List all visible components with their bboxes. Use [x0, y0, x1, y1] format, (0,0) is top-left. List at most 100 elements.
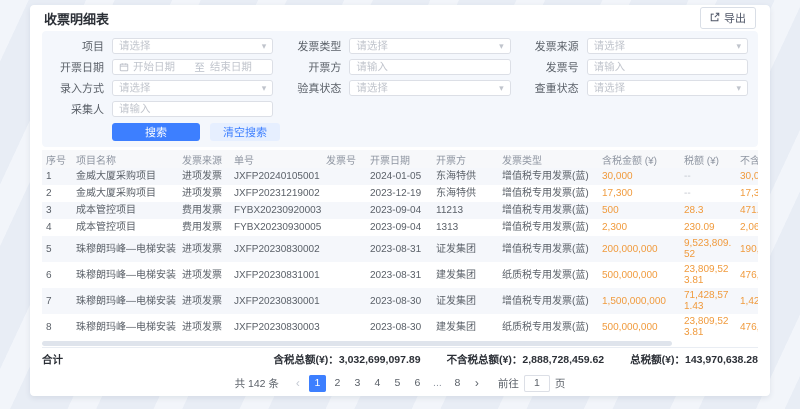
scrollbar-thumb[interactable]: [42, 341, 672, 346]
pager-page-button[interactable]: 4: [369, 375, 386, 392]
filter-panel: 项目 ▾ 发票类型 ▾ 发票来源 ▾: [42, 31, 758, 147]
issuer-input[interactable]: [356, 61, 503, 73]
pager-page-button[interactable]: 2: [329, 375, 346, 392]
table-cell: 增值税专用发票(蓝): [498, 219, 598, 236]
table-cell: 2023-08-31: [366, 236, 432, 262]
invoice-no-input[interactable]: [594, 61, 741, 73]
collector-field[interactable]: [112, 101, 273, 117]
table-cell: 费用发票: [178, 219, 230, 236]
table-cell: 6: [42, 262, 72, 288]
pager-page-button[interactable]: 5: [389, 375, 406, 392]
filter-verify-status: 验真状态 ▾: [289, 80, 510, 96]
verify-status-select-input[interactable]: [356, 82, 495, 94]
table-cell: 成本管控项目: [72, 219, 178, 236]
table-cell: [322, 219, 366, 236]
filter-collector: 采集人: [52, 101, 273, 117]
column-header: 发票类型: [498, 150, 598, 168]
pagination-total-count: 共 142 条: [235, 376, 279, 391]
table-row[interactable]: 1金威大厦采购项目进项发票JXFP202401050012024-01-05东海…: [42, 168, 758, 185]
main-card: 收票明细表 导出 项目 ▾ 发票类型 ▾: [30, 5, 770, 396]
summary-tax-excluded-total: 不含税总额(¥)：2,888,728,459.62: [447, 352, 605, 367]
table-cell: 珠穆朗玛峰—电梯安装: [72, 314, 178, 340]
filter-invoice-date: 开票日期 至: [52, 59, 273, 75]
table-cell: 建发集团: [432, 314, 498, 340]
chevron-down-icon: ▾: [736, 41, 741, 52]
pager-page-button[interactable]: 6: [409, 375, 426, 392]
table-cell: --: [680, 185, 736, 202]
invoice-source-select-input[interactable]: [594, 40, 733, 52]
table-cell: 2023-12-19: [366, 185, 432, 202]
end-date-input[interactable]: [210, 61, 266, 73]
table-cell: 进项发票: [178, 185, 230, 202]
start-date-input[interactable]: [133, 61, 189, 73]
horizontal-scrollbar[interactable]: [42, 341, 758, 346]
pager-prev-button[interactable]: ‹: [290, 376, 306, 390]
pager-page-button[interactable]: 1: [309, 375, 326, 392]
table-cell: 2: [42, 185, 72, 202]
export-button[interactable]: 导出: [700, 7, 756, 29]
filter-entry-method-label: 录入方式: [52, 80, 104, 96]
summary-total-tax-value: 143,970,638.28: [685, 354, 758, 366]
table-cell: 8: [42, 314, 72, 340]
issuer-field[interactable]: [349, 59, 510, 75]
table-row[interactable]: 8珠穆朗玛峰—电梯安装进项发票JXFP202308300032023-08-30…: [42, 314, 758, 340]
filter-issuer: 开票方: [289, 59, 510, 75]
table-cell: [322, 262, 366, 288]
summary-tax-excluded-value: 2,888,728,459.62: [522, 354, 604, 366]
column-header: 序号: [42, 150, 72, 168]
table-cell: 2,300: [598, 219, 680, 236]
pager-page-button[interactable]: 3: [349, 375, 366, 392]
table-cell: 500,000,000: [598, 314, 680, 340]
export-label: 导出: [724, 10, 746, 26]
table-cell: 增值税专用发票(蓝): [498, 236, 598, 262]
invoice-no-field[interactable]: [587, 59, 748, 75]
table-row[interactable]: 6珠穆朗玛峰—电梯安装进项发票JXFP202308310012023-08-31…: [42, 262, 758, 288]
chevron-down-icon: ▾: [262, 41, 267, 52]
filter-dup-check-status-label: 查重状态: [527, 80, 579, 96]
table-cell: 增值税专用发票(蓝): [498, 168, 598, 185]
invoice-type-select-input[interactable]: [356, 40, 495, 52]
search-button[interactable]: 搜索: [112, 123, 200, 141]
filter-invoice-no: 发票号: [527, 59, 748, 75]
pager-page-button[interactable]: 8: [449, 375, 466, 392]
column-header: 含税金额 (¥): [598, 150, 680, 168]
pager-goto: 前往 页: [498, 375, 566, 392]
table-cell: 珠穆朗玛峰—电梯安装: [72, 236, 178, 262]
pager-next-button[interactable]: ›: [469, 376, 485, 390]
card-header: 收票明细表 导出: [30, 5, 770, 31]
filter-project: 项目 ▾: [52, 38, 273, 54]
table-cell: JXFP20231219002: [230, 185, 322, 202]
goto-page-input[interactable]: [524, 375, 550, 392]
invoice-source-select[interactable]: ▾: [587, 38, 748, 54]
table-cell: 珠穆朗玛峰—电梯安装: [72, 262, 178, 288]
table-cell: 500,000,000: [598, 262, 680, 288]
page-title: 收票明细表: [44, 9, 109, 28]
table-row[interactable]: 5珠穆朗玛峰—电梯安装进项发票JXFP202308300022023-08-31…: [42, 236, 758, 262]
invoice-type-select[interactable]: ▾: [349, 38, 510, 54]
table-cell: JXFP20230830001: [230, 288, 322, 314]
collector-input[interactable]: [119, 103, 266, 115]
pagination: 共 142 条 ‹ 123456...8 › 前往 页: [30, 370, 770, 396]
project-select-input[interactable]: [119, 40, 258, 52]
table-cell: FYBX20230920003: [230, 202, 322, 219]
table-cell: 30,000: [736, 168, 758, 185]
entry-method-select[interactable]: ▾: [112, 80, 273, 96]
table-cell: 5: [42, 236, 72, 262]
table-cell: 476,190,476.19: [736, 314, 758, 340]
table-row[interactable]: 4成本管控项目费用发票FYBX202309300052023-09-041313…: [42, 219, 758, 236]
verify-status-select[interactable]: ▾: [349, 80, 510, 96]
entry-method-select-input[interactable]: [119, 82, 258, 94]
table-cell: 2024-01-05: [366, 168, 432, 185]
invoice-date-range-picker[interactable]: 至: [112, 59, 273, 75]
invoice-table: 序号项目名称发票来源单号发票号开票日期开票方发票类型含税金额 (¥)税额 (¥)…: [42, 150, 758, 340]
table-row[interactable]: 2金威大厦采购项目进项发票JXFP202312190022023-12-19东海…: [42, 185, 758, 202]
table-row[interactable]: 3成本管控项目费用发票FYBX202309200032023-09-041121…: [42, 202, 758, 219]
table-cell: 500: [598, 202, 680, 219]
project-select[interactable]: ▾: [112, 38, 273, 54]
clear-search-button[interactable]: 清空搜索: [210, 123, 280, 141]
table-row[interactable]: 7珠穆朗玛峰—电梯安装进项发票JXFP202308300012023-08-30…: [42, 288, 758, 314]
column-header: 不含税金额 (¥): [736, 150, 758, 168]
dup-check-status-select-input[interactable]: [594, 82, 733, 94]
summary-tax-included-label: 含税总额(¥)：: [273, 354, 338, 366]
dup-check-status-select[interactable]: ▾: [587, 80, 748, 96]
